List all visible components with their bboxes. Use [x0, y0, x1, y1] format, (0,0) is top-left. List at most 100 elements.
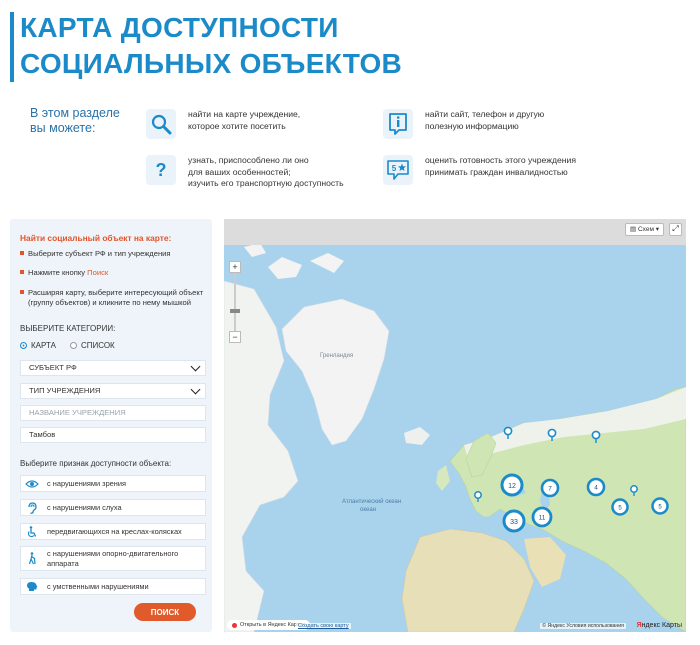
instruction-text: Расширяя карту, выберите интересующий об… [28, 288, 204, 307]
feature-find-info: найти сайт, телефон и другую полезную ин… [383, 109, 544, 139]
view-map-label[interactable]: КАРТА [31, 341, 56, 350]
ear-icon [25, 501, 39, 514]
accessibility-label: с нарушениями слуха [47, 502, 122, 512]
map-cluster[interactable]: 11 [531, 506, 553, 528]
bullet-square [20, 270, 24, 274]
map-cluster[interactable]: 12 [500, 473, 524, 497]
eye-icon [25, 478, 39, 490]
cluster-count: 4 [594, 485, 598, 492]
feature-rate-readiness: 5 оценить готовность этого учреждения пр… [383, 155, 576, 185]
feature-text: которое хотите посетить [188, 120, 286, 131]
page-title: КАРТА ДОСТУПНОСТИ СОЦИАЛЬНЫХ ОБЪЕКТОВ [20, 10, 402, 82]
subject-select[interactable]: СУБЪЕКТ РФ [20, 360, 206, 376]
cluster-count: 33 [510, 519, 518, 526]
map-cluster[interactable]: 7 [540, 478, 560, 498]
bullet-square [20, 290, 24, 294]
map-cluster[interactable]: 4 [586, 477, 606, 497]
zoom-track[interactable] [234, 273, 236, 331]
map-label-atlantic: Атлантический океан [342, 498, 401, 505]
chevron-down-icon [190, 361, 201, 372]
feature-check-adaptation: ? узнать, приспособлено ли оно для ваших… [146, 155, 344, 190]
accessibility-mental-option[interactable]: с умственными нарушениями [20, 578, 206, 595]
map-label-greenland: Гренландия [320, 353, 353, 359]
accessibility-heading: Выберите признак доступности объекта: [20, 459, 172, 468]
institution-type-label: ТИП УЧРЕЖДЕНИЯ [29, 386, 101, 395]
feature-text: для ваших особенностей; [188, 166, 291, 177]
view-map-radio[interactable] [20, 342, 27, 349]
map-label-atlantic-2: океан [360, 507, 376, 513]
city-input[interactable]: Тамбов [20, 427, 206, 443]
accessibility-label: с нарушениями зрения [47, 478, 126, 488]
accessibility-label: передвигающихся на креслах-колясках [47, 526, 182, 536]
question-icon: ? [146, 155, 176, 185]
walking-cane-icon [25, 552, 39, 565]
map-canvas[interactable]: Гренландия Атлантический океан океан 12 … [224, 219, 686, 632]
title-accent-bar [10, 12, 14, 82]
zoom-slider-handle[interactable] [230, 309, 240, 313]
mind-icon [25, 581, 39, 593]
instruction-step: Выберите субъект РФ и тип учреждения [20, 249, 208, 259]
categories-heading: ВЫБЕРИТЕ КАТЕГОРИИ: [20, 324, 116, 333]
map-pin-icon [232, 622, 237, 628]
feature-text: найти на карте учреждение, [188, 109, 301, 119]
institution-name-placeholder: НАЗВАНИЕ УЧРЕЖДЕНИЯ [29, 408, 126, 417]
instruction-highlight: Поиск [87, 268, 109, 277]
svg-text:5: 5 [392, 164, 397, 173]
accessibility-label: с умственными нарушениями [47, 581, 149, 591]
accessibility-vision-option[interactable]: с нарушениями зрения [20, 475, 206, 492]
view-toggle: КАРТА СПИСОК [20, 341, 129, 350]
accessibility-wheelchair-option[interactable]: передвигающихся на креслах-колясках [20, 523, 206, 540]
intro-line1: В этом разделе [30, 106, 120, 120]
map-layers-button[interactable]: ▤ Схем ▾ [625, 223, 664, 236]
zoom-control: + − [229, 261, 241, 343]
accessibility-mobility-option[interactable]: с нарушениями опорно-двигательного аппар… [20, 546, 206, 571]
create-map-link[interactable]: Создать свою карту [296, 623, 351, 629]
zoom-in-button[interactable]: + [229, 261, 241, 273]
map-toolbar [224, 219, 686, 245]
fullscreen-icon[interactable]: ⤢ [669, 223, 682, 236]
filter-panel: Найти социальный объект на карте: Выбери… [10, 219, 212, 632]
city-input-value: Тамбов [29, 430, 56, 439]
yandex-logo-text: ндекс Карты [641, 622, 682, 629]
map-cluster[interactable]: 33 [502, 509, 526, 533]
map-cluster[interactable]: 5 [611, 498, 629, 516]
institution-name-input[interactable]: НАЗВАНИЕ УЧРЕЖДЕНИЯ [20, 405, 206, 421]
accessibility-hearing-option[interactable]: с нарушениями слуха [20, 499, 206, 516]
yandex-maps-logo: Яндекс Карты [637, 622, 682, 629]
cluster-count: 7 [548, 486, 552, 493]
page-title-line2: СОЦИАЛЬНЫХ ОБЪЕКТОВ [20, 48, 403, 79]
feature-text: оценить готовность этого учреждения [425, 155, 576, 165]
feature-text: узнать, приспособлено ли оно [188, 155, 309, 165]
search-button[interactable]: ПОИСК [134, 603, 196, 621]
cluster-count: 11 [539, 515, 546, 522]
accessibility-label: с нарушениями опорно-двигательного аппар… [47, 548, 179, 568]
feature-text: полезную информацию [425, 120, 519, 131]
intro-line2: вы можете: [30, 121, 96, 135]
map-footer: Открыть в Яндекс Картах Создать свою кар… [224, 618, 686, 632]
view-list-label[interactable]: СПИСОК [81, 341, 115, 350]
page-title-line1: КАРТА ДОСТУПНОСТИ [20, 12, 339, 43]
feature-text: принимать граждан инвалидностью [425, 166, 568, 177]
feature-text: найти сайт, телефон и другую [425, 109, 545, 119]
chevron-down-icon [190, 384, 201, 395]
search-icon [146, 109, 176, 139]
map-terms-link[interactable]: © Яндекс Условия использования [540, 623, 626, 629]
panel-heading: Найти социальный объект на карте: [20, 233, 172, 243]
view-list-radio[interactable] [69, 342, 77, 349]
instruction-text: Нажмите кнопку [28, 268, 88, 277]
rating-icon: 5 [383, 155, 413, 185]
wheelchair-icon [25, 525, 39, 538]
bullet-square [20, 251, 24, 255]
subject-select-label: СУБЪЕКТ РФ [29, 363, 77, 372]
intro-text: В этом разделе вы можете: [30, 106, 120, 136]
map-layers-label: Схем [637, 226, 654, 233]
map-cluster[interactable]: 5 [651, 497, 669, 515]
zoom-out-button[interactable]: − [229, 331, 241, 343]
instruction-step: Нажмите кнопку Поиск [20, 268, 208, 278]
map-view[interactable]: Гренландия Атлантический океан океан 12 … [224, 219, 686, 632]
institution-type-select[interactable]: ТИП УЧРЕЖДЕНИЯ [20, 383, 206, 399]
instruction-text: Выберите субъект РФ и тип учреждения [28, 249, 171, 258]
info-icon [383, 109, 413, 139]
feature-find-institution: найти на карте учреждение, которое хотит… [146, 109, 300, 139]
feature-text: изучить его транспортную доступность [188, 178, 344, 188]
